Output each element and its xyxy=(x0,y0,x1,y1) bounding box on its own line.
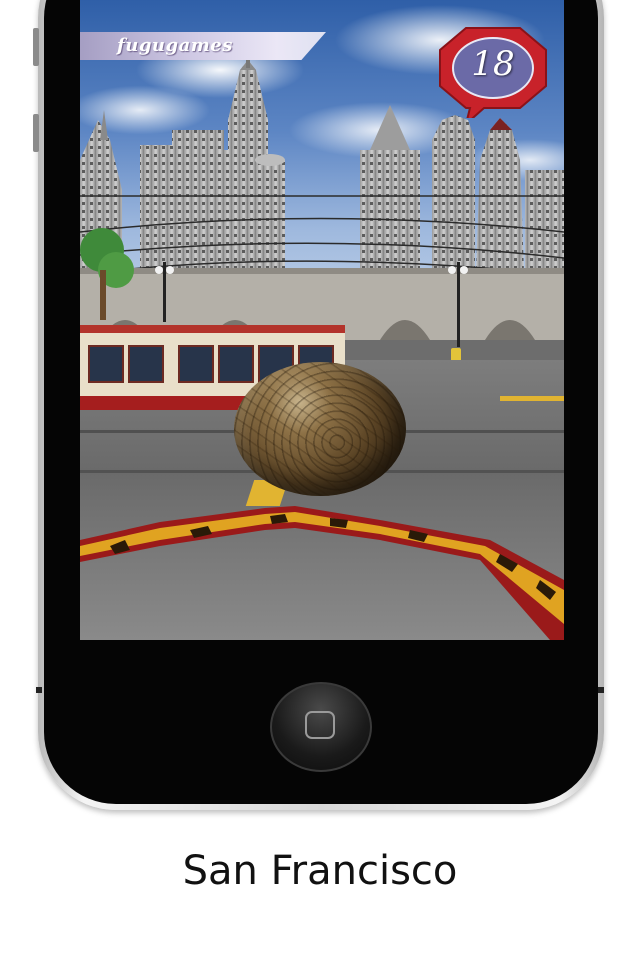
phone-edge-notch xyxy=(36,687,42,693)
volume-up-button[interactable] xyxy=(33,28,39,66)
phone-edge-notch xyxy=(598,687,604,693)
brand-label: fugugames xyxy=(117,35,233,56)
tram-window xyxy=(88,345,124,383)
ball-texture xyxy=(234,362,406,496)
volume-down-button[interactable] xyxy=(33,114,39,152)
track-guard-rail xyxy=(80,506,564,640)
score-value: 18 xyxy=(471,44,515,84)
tram-window xyxy=(218,345,254,383)
lane-marking xyxy=(500,396,564,401)
rounded-square-icon xyxy=(305,711,335,739)
stone-ball[interactable] xyxy=(234,362,406,496)
tram-window xyxy=(128,345,164,383)
game-screen[interactable]: fugugames 18 xyxy=(80,0,564,640)
tram-window xyxy=(178,345,214,383)
level-caption: San Francisco xyxy=(182,848,458,894)
